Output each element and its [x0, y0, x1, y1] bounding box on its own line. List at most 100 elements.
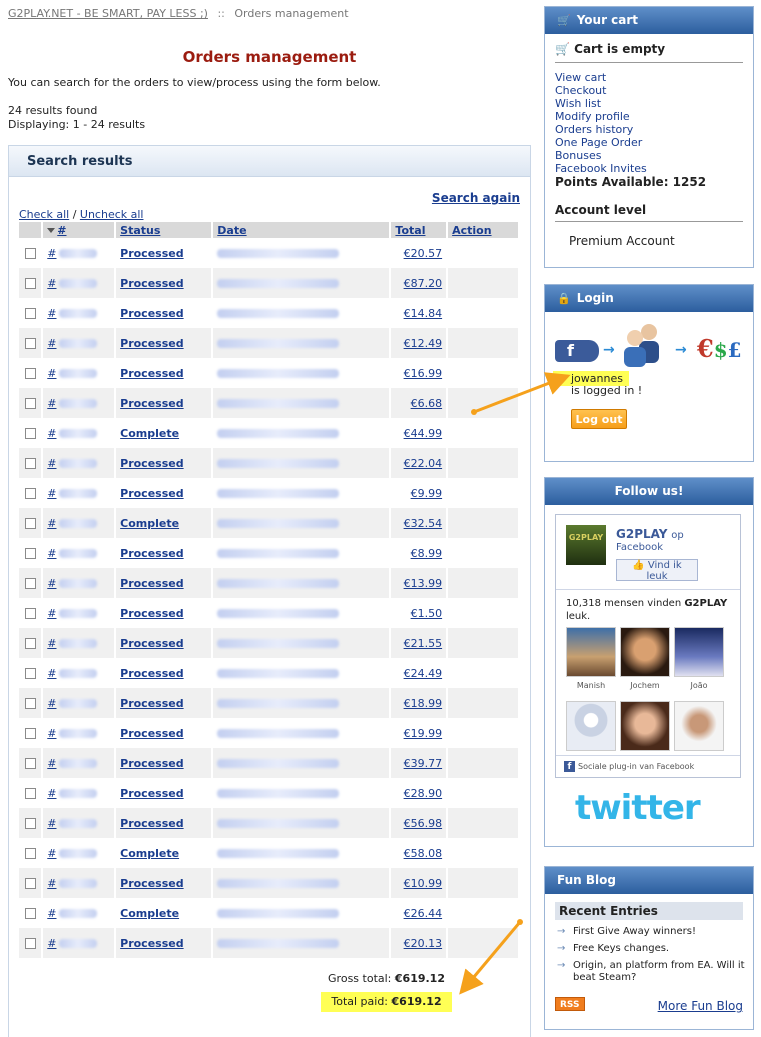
- order-total-link[interactable]: €20.13: [404, 937, 443, 950]
- order-status-link[interactable]: Processed: [120, 607, 183, 620]
- order-total-link[interactable]: €56.98: [404, 817, 443, 830]
- order-id-link[interactable]: #: [47, 487, 56, 500]
- order-status-link[interactable]: Processed: [120, 697, 183, 710]
- row-checkbox[interactable]: [24, 757, 36, 769]
- order-status-link[interactable]: Processed: [120, 877, 183, 890]
- order-total-link[interactable]: €24.49: [404, 667, 443, 680]
- order-total-link[interactable]: €19.99: [404, 727, 443, 740]
- order-status-link[interactable]: Processed: [120, 637, 183, 650]
- order-status-link[interactable]: Complete: [120, 907, 179, 920]
- sort-total-link[interactable]: Total: [395, 224, 425, 237]
- order-id-link[interactable]: #: [47, 697, 56, 710]
- row-checkbox[interactable]: [24, 397, 36, 409]
- order-total-link[interactable]: €13.99: [404, 577, 443, 590]
- header-total[interactable]: Total: [391, 222, 449, 238]
- view-cart-link[interactable]: View cart: [555, 71, 606, 84]
- rss-badge[interactable]: RSS: [555, 997, 585, 1011]
- order-id-link[interactable]: #: [47, 247, 56, 260]
- order-status-link[interactable]: Processed: [120, 247, 183, 260]
- order-id-link[interactable]: #: [47, 547, 56, 560]
- order-id-link[interactable]: #: [47, 517, 56, 530]
- order-total-link[interactable]: €6.68: [411, 397, 443, 410]
- avatar[interactable]: [674, 627, 724, 677]
- more-blog-link[interactable]: More Fun Blog: [658, 999, 743, 1013]
- row-checkbox[interactable]: [24, 667, 36, 679]
- avatar[interactable]: [566, 627, 616, 677]
- order-total-link[interactable]: €9.99: [411, 487, 443, 500]
- search-again-link[interactable]: Search again: [432, 191, 520, 205]
- order-id-link[interactable]: #: [47, 607, 56, 620]
- check-all-link[interactable]: Check all: [19, 208, 69, 221]
- order-total-link[interactable]: €14.84: [404, 307, 443, 320]
- order-id-link[interactable]: #: [47, 757, 56, 770]
- order-id-link[interactable]: #: [47, 307, 56, 320]
- sort-status-link[interactable]: Status: [120, 224, 160, 237]
- order-total-link[interactable]: €58.08: [404, 847, 443, 860]
- order-id-link[interactable]: #: [47, 847, 56, 860]
- order-id-link[interactable]: #: [47, 277, 56, 290]
- order-status-link[interactable]: Processed: [120, 937, 183, 950]
- action-header-link[interactable]: Action: [452, 224, 491, 237]
- order-status-link[interactable]: Processed: [120, 727, 183, 740]
- order-total-link[interactable]: €20.57: [404, 247, 443, 260]
- order-total-link[interactable]: €12.49: [404, 337, 443, 350]
- order-id-link[interactable]: #: [47, 667, 56, 680]
- order-status-link[interactable]: Complete: [120, 517, 179, 530]
- order-status-link[interactable]: Processed: [120, 307, 183, 320]
- logout-button[interactable]: Log out: [571, 409, 627, 429]
- order-status-link[interactable]: Processed: [120, 577, 183, 590]
- avatar[interactable]: [566, 701, 616, 751]
- order-total-link[interactable]: €87.20: [404, 277, 443, 290]
- row-checkbox[interactable]: [24, 727, 36, 739]
- uncheck-all-link[interactable]: Uncheck all: [80, 208, 144, 221]
- row-checkbox[interactable]: [24, 877, 36, 889]
- order-id-link[interactable]: #: [47, 937, 56, 950]
- blog-entry-link[interactable]: Origin, an platform from EA. Will it bea…: [573, 960, 745, 983]
- order-id-link[interactable]: #: [47, 457, 56, 470]
- facebook-invites-link[interactable]: Facebook Invites: [555, 162, 647, 175]
- g2play-logo[interactable]: G2PLAY: [566, 525, 606, 565]
- order-id-link[interactable]: #: [47, 787, 56, 800]
- order-total-link[interactable]: €39.77: [404, 757, 443, 770]
- order-total-link[interactable]: €1.50: [411, 607, 443, 620]
- order-status-link[interactable]: Processed: [120, 367, 183, 380]
- row-checkbox[interactable]: [24, 247, 36, 259]
- checkout-link[interactable]: Checkout: [555, 84, 606, 97]
- order-total-link[interactable]: €10.99: [404, 877, 443, 890]
- order-total-link[interactable]: €16.99: [404, 367, 443, 380]
- row-checkbox[interactable]: [24, 607, 36, 619]
- blog-entry-link[interactable]: Free Keys changes.: [573, 943, 669, 954]
- order-total-link[interactable]: €18.99: [404, 697, 443, 710]
- order-id-link[interactable]: #: [47, 337, 56, 350]
- order-status-link[interactable]: Processed: [120, 487, 183, 500]
- row-checkbox[interactable]: [24, 787, 36, 799]
- bonuses-link[interactable]: Bonuses: [555, 149, 601, 162]
- sort-id-link[interactable]: #: [57, 224, 66, 237]
- order-status-link[interactable]: Processed: [120, 547, 183, 560]
- order-status-link[interactable]: Complete: [120, 847, 179, 860]
- row-checkbox[interactable]: [24, 937, 36, 949]
- row-checkbox[interactable]: [24, 487, 36, 499]
- row-checkbox[interactable]: [24, 697, 36, 709]
- order-status-link[interactable]: Processed: [120, 667, 183, 680]
- row-checkbox[interactable]: [24, 457, 36, 469]
- order-id-link[interactable]: #: [47, 817, 56, 830]
- order-total-link[interactable]: €32.54: [404, 517, 443, 530]
- twitter-logo[interactable]: twitter: [575, 788, 701, 828]
- order-id-link[interactable]: #: [47, 367, 56, 380]
- orders-history-link[interactable]: Orders history: [555, 123, 633, 136]
- row-checkbox[interactable]: [24, 277, 36, 289]
- like-button[interactable]: 👍 Vind ik leuk: [616, 559, 698, 582]
- row-checkbox[interactable]: [24, 847, 36, 859]
- header-status[interactable]: Status: [116, 222, 214, 238]
- avatar[interactable]: [620, 627, 670, 677]
- header-id[interactable]: #: [43, 222, 117, 238]
- sort-desc-icon[interactable]: [47, 227, 56, 233]
- header-action[interactable]: Action: [448, 222, 520, 238]
- order-id-link[interactable]: #: [47, 727, 56, 740]
- order-total-link[interactable]: €22.04: [404, 457, 443, 470]
- order-status-link[interactable]: Processed: [120, 817, 183, 830]
- row-checkbox[interactable]: [24, 547, 36, 559]
- row-checkbox[interactable]: [24, 817, 36, 829]
- order-total-link[interactable]: €44.99: [404, 427, 443, 440]
